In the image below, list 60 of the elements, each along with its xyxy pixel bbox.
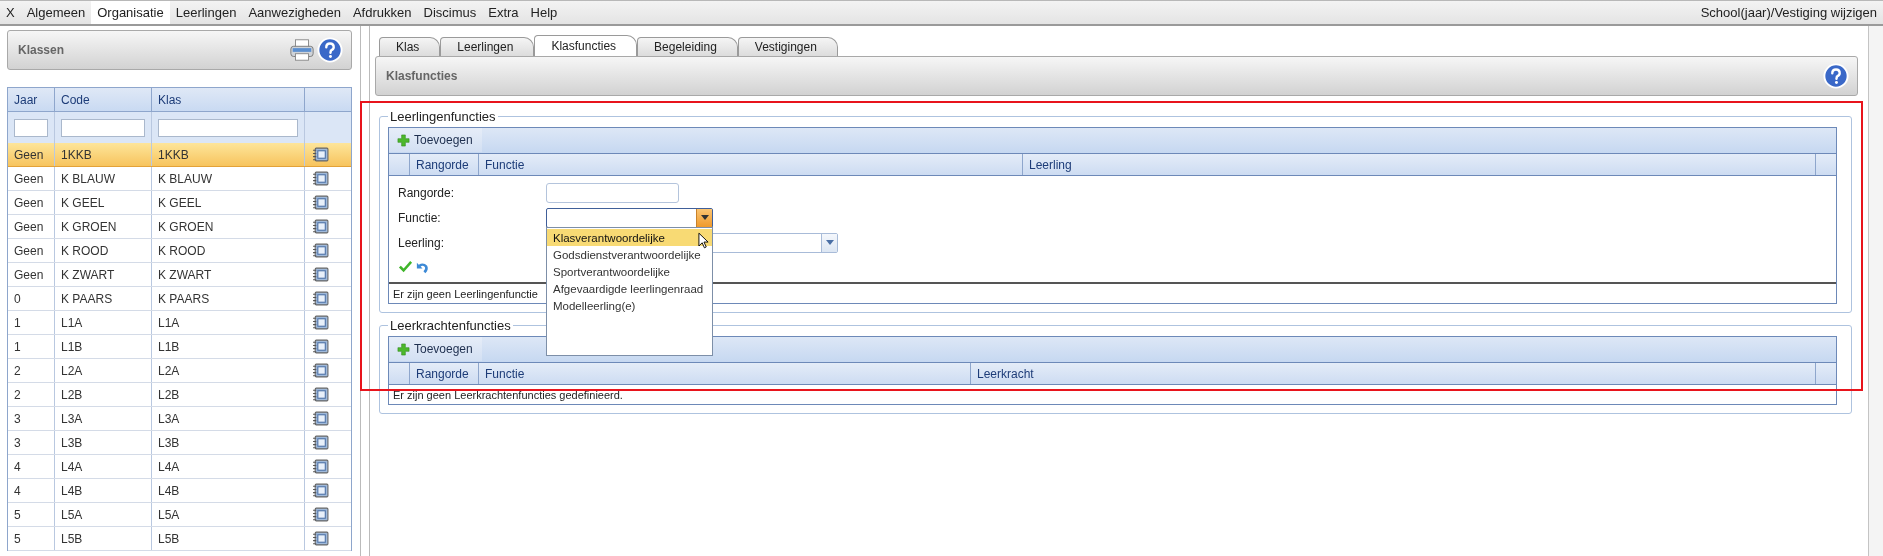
- group-title: Leerkrachtenfuncties: [388, 318, 513, 333]
- table-cell: Geen: [14, 171, 44, 186]
- group-title: Leerlingenfuncties: [388, 109, 498, 124]
- table-cell: 1: [14, 315, 21, 330]
- table-cell: K BLAUW: [158, 171, 212, 186]
- table-cell: K GROEN: [158, 219, 214, 234]
- table-cell: L3A: [158, 411, 180, 426]
- field-label: Functie:: [398, 210, 442, 225]
- table-cell: Geen: [14, 219, 44, 234]
- table-cell: L2A: [61, 363, 83, 378]
- table-cell: L1A: [61, 315, 83, 330]
- field-label: Rangorde:: [398, 185, 456, 200]
- table-cell: L5B: [61, 531, 83, 546]
- table-cell: L4B: [61, 483, 83, 498]
- table-cell: K PAARS: [61, 291, 113, 306]
- table-cell: K ROOD: [158, 243, 206, 258]
- table-cell: L2B: [61, 387, 83, 402]
- table-cell: 3: [14, 411, 21, 426]
- table-cell: K GEEL: [61, 195, 105, 210]
- table-cell: L3A: [61, 411, 83, 426]
- table-cell: 5: [14, 507, 21, 522]
- table-cell: 1KKB: [61, 147, 92, 162]
- table-cell: 5: [14, 531, 21, 546]
- table-cell: L2A: [158, 363, 180, 378]
- table-cell: K ZWART: [61, 267, 115, 282]
- field-label: Leerling:: [398, 235, 446, 250]
- table-cell: L4B: [158, 483, 180, 498]
- panel-title: Klasfuncties: [386, 69, 458, 83]
- table-cell: 4: [14, 483, 21, 498]
- table-cell: 2: [14, 387, 21, 402]
- table-cell: L1A: [158, 315, 180, 330]
- table-cell: L5A: [158, 507, 180, 522]
- table-cell: Geen: [14, 195, 44, 210]
- table-cell: K BLAUW: [61, 171, 115, 186]
- table-cell: L1B: [61, 339, 83, 354]
- table-cell: L5A: [61, 507, 83, 522]
- table-cell: 0: [14, 291, 21, 306]
- table-cell: L2B: [158, 387, 180, 402]
- panel-title: Klassen: [18, 43, 65, 57]
- table-cell: L3B: [158, 435, 180, 450]
- table-cell: Geen: [14, 243, 44, 258]
- table-cell: L1B: [158, 339, 180, 354]
- table-cell: K ROOD: [61, 243, 109, 258]
- table-cell: 1: [14, 339, 21, 354]
- empty-message: Er zijn geen Leerkrachtenfuncties gedefinieerd.: [393, 388, 623, 401]
- table-cell: 1KKB: [158, 147, 189, 162]
- empty-message: Er zijn geen Leerlingenfunctie: [393, 287, 538, 300]
- table-cell: L3B: [61, 435, 83, 450]
- table-cell: K ZWART: [158, 267, 212, 282]
- table-cell: L4A: [61, 459, 83, 474]
- table-cell: Geen: [14, 267, 44, 282]
- table-cell: L5B: [158, 531, 180, 546]
- table-cell: K GEEL: [158, 195, 202, 210]
- table-cell: 3: [14, 435, 21, 450]
- table-cell: Geen: [14, 147, 44, 162]
- table-cell: L4A: [158, 459, 180, 474]
- table-cell: 2: [14, 363, 21, 378]
- table-cell: 4: [14, 459, 21, 474]
- table-cell: K PAARS: [158, 291, 210, 306]
- table-cell: K GROEN: [61, 219, 117, 234]
